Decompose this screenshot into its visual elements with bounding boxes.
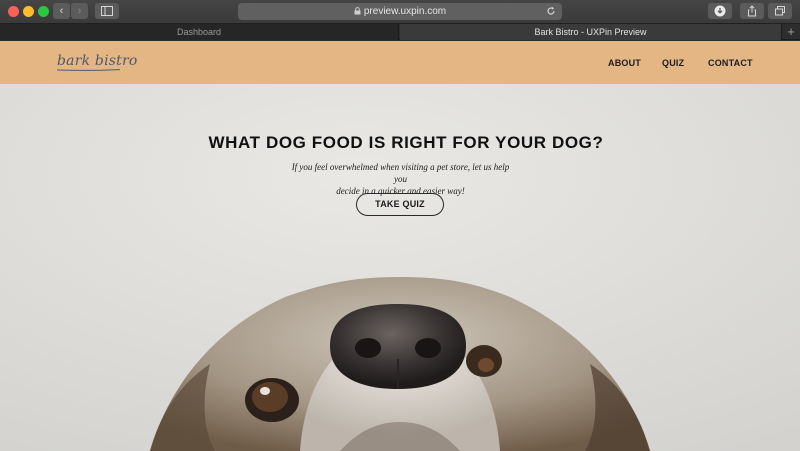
tab-overview-button[interactable] xyxy=(768,3,792,19)
minimize-window-button[interactable] xyxy=(23,6,34,17)
back-button[interactable]: ‹ xyxy=(53,3,70,19)
close-window-button[interactable] xyxy=(8,6,19,17)
url-text: preview.uxpin.com xyxy=(363,6,447,17)
site-header: bark bistro ABOUT QUIZ CONTACT xyxy=(0,41,800,84)
reload-icon[interactable] xyxy=(546,6,556,16)
site-logo[interactable]: bark bistro xyxy=(57,53,138,69)
logo-underline xyxy=(57,69,120,71)
forward-button[interactable]: › xyxy=(71,3,88,19)
address-bar[interactable]: preview.uxpin.com xyxy=(238,3,562,20)
forward-arrow-icon: › xyxy=(77,5,82,17)
hero-title: WHAT DOG FOOD IS RIGHT FOR YOUR DOG? xyxy=(208,133,604,152)
nav-link-contact[interactable]: CONTACT xyxy=(708,58,753,68)
tab-dashboard[interactable]: Dashboard xyxy=(0,24,399,40)
tab-bark-bistro-preview[interactable]: Bark Bistro - UXPin Preview xyxy=(400,24,781,40)
zoom-window-button[interactable] xyxy=(38,6,49,17)
nav-link-quiz[interactable]: QUIZ xyxy=(662,58,684,68)
take-quiz-button[interactable]: TAKE QUIZ xyxy=(356,193,444,216)
lock-icon xyxy=(354,7,361,15)
downloads-button[interactable] xyxy=(708,3,732,19)
nav-link-about[interactable]: ABOUT xyxy=(608,58,641,68)
back-arrow-icon: ‹ xyxy=(59,5,64,17)
tab-bar: Dashboard Bark Bistro - UXPin Preview + xyxy=(0,23,800,40)
tabs-overview-icon xyxy=(775,6,785,16)
new-tab-button[interactable]: + xyxy=(781,24,800,40)
hero-subtitle: If you feel overwhelmed when visiting a … xyxy=(288,161,513,197)
download-icon xyxy=(714,5,726,17)
browser-toolbar: ‹ › preview.uxpin.com xyxy=(0,0,800,23)
hero-section: WHAT DOG FOOD IS RIGHT FOR YOUR DOG? If … xyxy=(0,84,800,451)
plus-icon: + xyxy=(787,24,795,39)
share-icon xyxy=(748,5,756,17)
share-button[interactable] xyxy=(740,3,764,19)
hero-subtitle-line-1: If you feel overwhelmed when visiting a … xyxy=(291,162,510,184)
sidebar-icon xyxy=(101,6,113,16)
web-page: bark bistro ABOUT QUIZ CONTACT WHAT DOG … xyxy=(0,41,800,451)
sidebar-toggle-button[interactable] xyxy=(95,3,119,19)
